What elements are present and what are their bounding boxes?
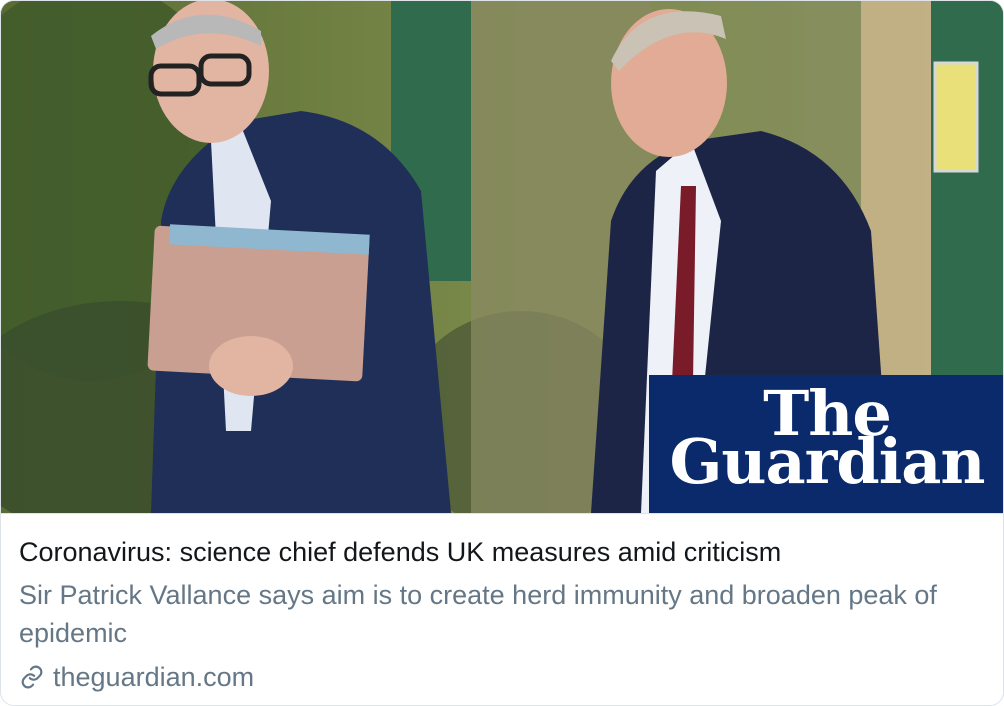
- guardian-logo: The Guardian: [649, 375, 1003, 513]
- logo-text-guardian: Guardian: [669, 425, 985, 498]
- link-preview-card[interactable]: The Guardian Coronavirus: science chief …: [0, 0, 1004, 706]
- article-headline[interactable]: Coronavirus: science chief defends UK me…: [19, 534, 985, 570]
- source-domain[interactable]: theguardian.com: [53, 662, 254, 693]
- source-domain-row[interactable]: theguardian.com: [19, 657, 254, 697]
- link-icon: [19, 664, 45, 690]
- divider: [1, 513, 1003, 514]
- article-image[interactable]: The Guardian: [1, 1, 1003, 513]
- article-description: Sir Patrick Vallance says aim is to crea…: [19, 580, 937, 648]
